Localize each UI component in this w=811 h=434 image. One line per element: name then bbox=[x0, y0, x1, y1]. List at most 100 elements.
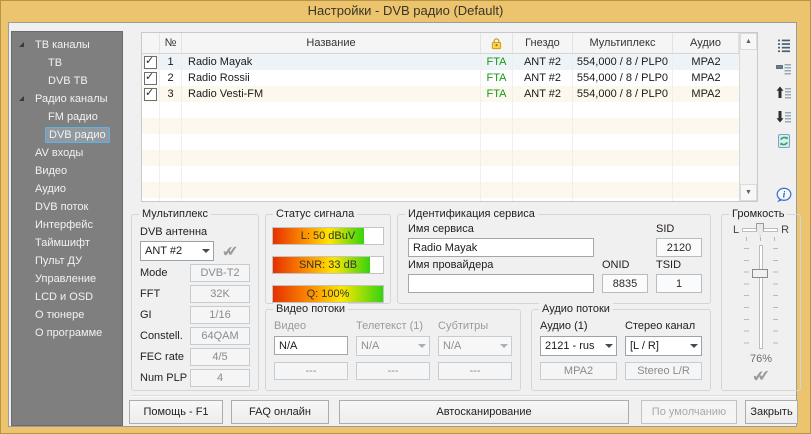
info-button[interactable]: i bbox=[775, 186, 793, 203]
sidebar-item-timeshift[interactable]: Таймшифт bbox=[12, 234, 122, 252]
info-icon: i bbox=[775, 187, 793, 203]
sidebar-item-about-tuner[interactable]: О тюнере bbox=[12, 306, 122, 324]
channel-row[interactable]: ✓2Radio RossiiFTAANT #2554,000 / 8 / PLP… bbox=[142, 70, 739, 86]
sidebar-item-radio-channels[interactable]: Радио каналы bbox=[12, 90, 122, 108]
video-info-value: --- bbox=[274, 362, 348, 380]
scroll-down-button[interactable]: ▼ bbox=[740, 184, 757, 201]
autoscan-button[interactable]: Автосканирование bbox=[339, 400, 629, 424]
update-list-button[interactable] bbox=[775, 132, 793, 149]
move-channel-down-button[interactable] bbox=[775, 108, 793, 125]
help-button[interactable]: Помощь - F1 bbox=[129, 400, 223, 424]
sidebar-item-label: FM радио bbox=[45, 110, 101, 124]
multiplex-group: Мультиплекс DVB антенна ANT #2 ✔✔ ModeDV… bbox=[131, 214, 259, 391]
sidebar-item-about-program[interactable]: О программе bbox=[12, 324, 122, 342]
table-scrollbar[interactable]: ▲ ▼ bbox=[739, 33, 757, 201]
volume-slider-track[interactable] bbox=[759, 245, 763, 349]
subtitles-info-value: --- bbox=[438, 362, 512, 380]
param-value: 1/16 bbox=[190, 306, 250, 324]
sidebar-item-fm-radio[interactable]: FM радио bbox=[12, 108, 122, 126]
signal-group-title: Статус сигнала bbox=[273, 208, 357, 221]
sidebar-item-audio[interactable]: Аудио bbox=[12, 180, 122, 198]
sid-label: SID bbox=[656, 223, 702, 236]
tsid-label: TSID bbox=[656, 259, 702, 272]
sidebar-item-dvb-stream[interactable]: DVB поток bbox=[12, 198, 122, 216]
remove-channel-button[interactable] bbox=[775, 60, 793, 77]
sidebar-item-label: Пульт ДУ bbox=[32, 254, 85, 268]
volume-ticks-right bbox=[773, 248, 778, 344]
sid-value: 2120 bbox=[656, 238, 702, 257]
signal-bar: L: 50 dBuV bbox=[272, 227, 384, 245]
sidebar-item-dvb-tv[interactable]: DVB ТВ bbox=[12, 72, 122, 90]
col-audio[interactable]: Аудио bbox=[673, 33, 739, 53]
channel-checkbox[interactable]: ✓ bbox=[144, 88, 157, 101]
tree-expander-icon[interactable] bbox=[19, 42, 24, 47]
balance-left-label: L bbox=[733, 224, 739, 236]
col-number-label: № bbox=[165, 37, 177, 49]
empty-row bbox=[142, 102, 739, 118]
sidebar-item-interface[interactable]: Интерфейс bbox=[12, 216, 122, 234]
channel-checkbox[interactable]: ✓ bbox=[144, 56, 157, 69]
col-multiplex[interactable]: Мультиплекс bbox=[573, 33, 673, 53]
scroll-up-button[interactable]: ▲ bbox=[740, 33, 757, 50]
provider-label: Имя провайдера bbox=[408, 259, 594, 272]
col-access[interactable] bbox=[481, 33, 513, 53]
chevron-down-icon bbox=[497, 344, 511, 348]
titlebar[interactable]: Настройки - DVB радио (Default) bbox=[0, 0, 811, 22]
teletext-info-value: --- bbox=[356, 362, 430, 380]
audio-codec-value: MPA2 bbox=[540, 362, 617, 380]
video-label: Видео bbox=[274, 320, 348, 333]
volume-slider-thumb[interactable] bbox=[752, 269, 768, 278]
col-socket[interactable]: Гнездо bbox=[513, 33, 573, 53]
empty-row bbox=[142, 182, 739, 198]
col-checkbox[interactable] bbox=[142, 33, 160, 53]
move-up-icon bbox=[776, 85, 792, 101]
move-channel-up-button[interactable] bbox=[775, 84, 793, 101]
sidebar-item-label: Радио каналы bbox=[32, 92, 111, 106]
param-label: Mode bbox=[140, 267, 190, 280]
sidebar-item-label: О тюнере bbox=[32, 308, 87, 322]
antenna-select[interactable]: ANT #2 bbox=[140, 241, 214, 261]
settings-window: Настройки - DVB радио (Default) ТВ канал… bbox=[0, 0, 811, 434]
channel-row[interactable]: ✓1Radio MayakFTAANT #2554,000 / 8 / PLP0… bbox=[142, 54, 739, 70]
col-number[interactable]: № bbox=[160, 33, 182, 53]
faq-button[interactable]: FAQ онлайн bbox=[231, 400, 329, 424]
empty-row bbox=[142, 150, 739, 166]
stereo-mode-select[interactable]: [L / R] bbox=[625, 336, 702, 356]
channel-name: Radio Mayak bbox=[182, 54, 481, 70]
chevron-down-icon bbox=[602, 344, 616, 348]
volume-ticks-left bbox=[744, 248, 749, 344]
close-button[interactable]: Закрыть bbox=[745, 400, 798, 424]
teletext-select[interactable]: N/A bbox=[356, 336, 430, 356]
sidebar-item-av-inputs[interactable]: AV входы bbox=[12, 144, 122, 162]
defaults-button[interactable]: По умолчанию bbox=[641, 400, 737, 424]
signal-bar-label: L: 50 dBuV bbox=[273, 228, 383, 244]
balance-slider[interactable] bbox=[742, 223, 778, 236]
tree-expander-icon[interactable] bbox=[19, 96, 24, 101]
video-stream-input[interactable] bbox=[274, 336, 348, 355]
subtitles-select[interactable]: N/A bbox=[438, 336, 512, 356]
sidebar-item-control[interactable]: Управление bbox=[12, 270, 122, 288]
sidebar-item-remote[interactable]: Пульт ДУ bbox=[12, 252, 122, 270]
sidebar-item-lcd-osd[interactable]: LCD и OSD bbox=[12, 288, 122, 306]
sidebar-item-video[interactable]: Видео bbox=[12, 162, 122, 180]
channel-checkbox[interactable]: ✓ bbox=[144, 72, 157, 85]
sidebar-item-dvb-radio[interactable]: DVB радио bbox=[12, 126, 122, 144]
channel-row[interactable]: ✓3Radio Vesti-FMFTAANT #2554,000 / 8 / P… bbox=[142, 86, 739, 102]
channel-name: Radio Rossii bbox=[182, 70, 481, 86]
col-name[interactable]: Название bbox=[182, 33, 481, 53]
empty-row bbox=[142, 134, 739, 150]
stereo-info-value: Stereo L/R bbox=[625, 362, 702, 380]
multiplex-group-title: Мультиплекс bbox=[139, 208, 211, 221]
service-name-input[interactable] bbox=[408, 238, 594, 257]
channel-list-button[interactable] bbox=[775, 36, 793, 53]
sidebar-item-tv-channels[interactable]: ТВ каналы bbox=[12, 36, 122, 54]
balance-slider-thumb[interactable] bbox=[756, 223, 764, 236]
sidebar-item-tv[interactable]: ТВ bbox=[12, 54, 122, 72]
audio-track-select[interactable]: 2121 - rus bbox=[540, 336, 617, 356]
provider-input[interactable] bbox=[408, 274, 594, 293]
sidebar-item-label: Интерфейс bbox=[32, 218, 96, 232]
volume-slider[interactable] bbox=[739, 245, 783, 347]
param-value: 64QAM bbox=[190, 327, 250, 345]
sidebar-item-label: DVB поток bbox=[32, 200, 91, 214]
teletext-select-value: N/A bbox=[357, 340, 415, 352]
